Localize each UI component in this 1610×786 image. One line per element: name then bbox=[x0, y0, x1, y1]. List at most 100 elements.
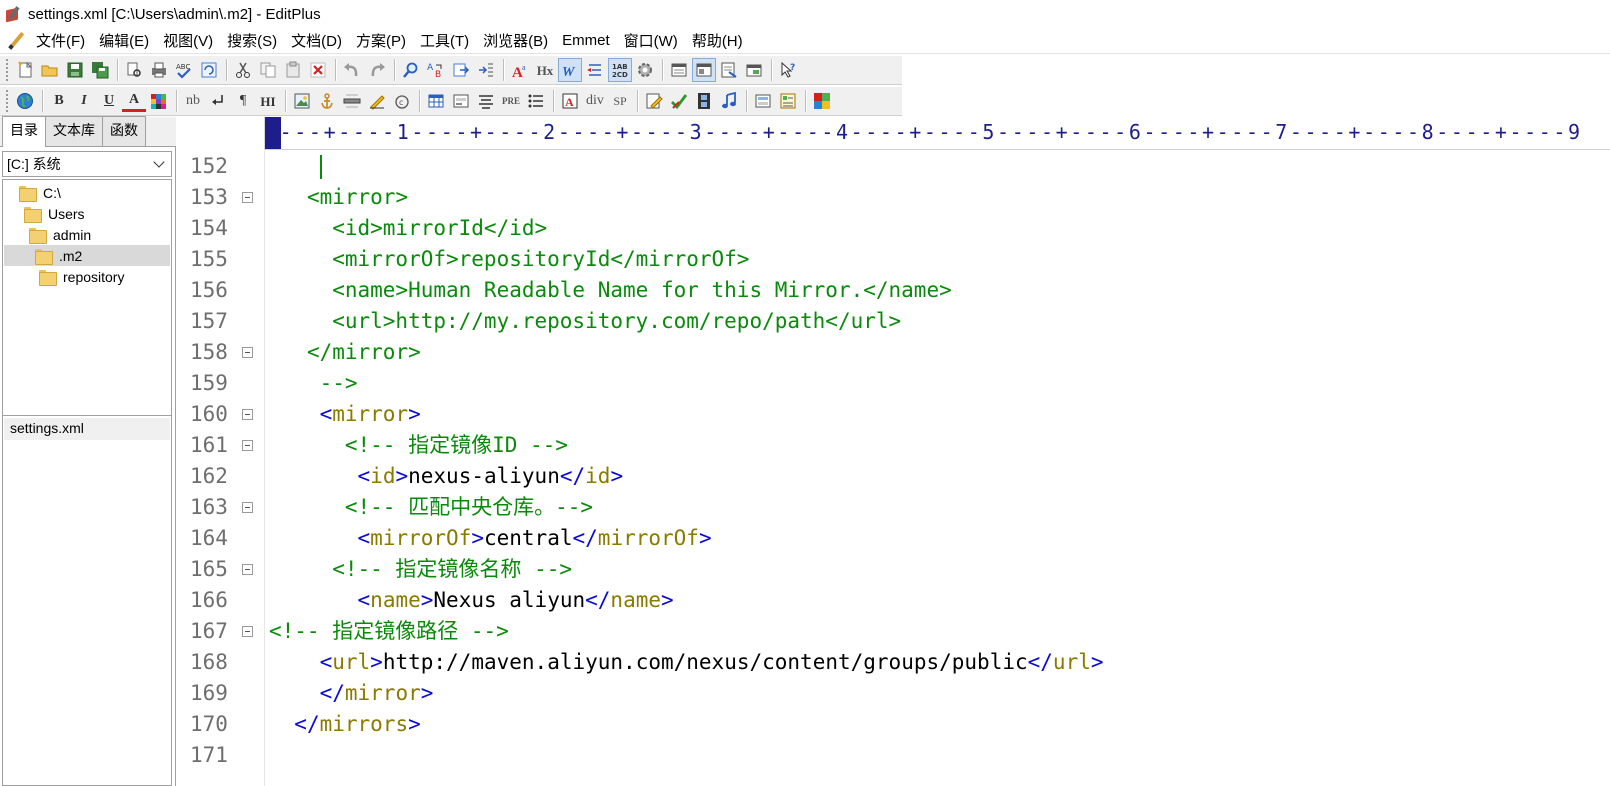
menu-help[interactable]: 帮助(H) bbox=[692, 30, 743, 51]
menu-browser[interactable]: 浏览器(B) bbox=[483, 30, 548, 51]
line-break-icon[interactable] bbox=[206, 89, 230, 113]
goto-icon[interactable] bbox=[449, 58, 473, 82]
span-icon[interactable]: SP bbox=[608, 89, 632, 113]
tree-item-repository[interactable]: repository bbox=[39, 266, 124, 287]
tab-directory[interactable]: 目录 bbox=[2, 116, 46, 147]
save-icon[interactable] bbox=[63, 58, 87, 82]
code-line[interactable]: 156 <name>Human Readable Name for this M… bbox=[180, 275, 1610, 306]
anchor-icon[interactable] bbox=[315, 89, 339, 113]
code-area[interactable]: 152 153 <mirror> 154 <id>mirrorId</id> 155… bbox=[180, 151, 1610, 786]
color-grid-icon[interactable] bbox=[810, 89, 834, 113]
code-line[interactable]: 164 <mirrorOf>central</mirrorOf> bbox=[180, 523, 1610, 554]
print-preview-icon[interactable] bbox=[122, 58, 146, 82]
font-icon[interactable]: Aa bbox=[508, 58, 532, 82]
italic-icon[interactable]: I bbox=[72, 89, 96, 113]
tree-item-m2[interactable]: .m2 bbox=[4, 245, 170, 266]
code-line[interactable]: 166 <name>Nexus aliyun</name> bbox=[180, 585, 1610, 616]
undo-icon[interactable] bbox=[340, 58, 364, 82]
code-line[interactable]: 153 <mirror> bbox=[180, 182, 1610, 213]
toolbar-grip[interactable] bbox=[6, 90, 9, 112]
editor-pane[interactable]: ----+----1----+----2----+----3----+----4… bbox=[180, 117, 1610, 786]
code-line[interactable]: 157 <url>http://my.repository.com/repo/p… bbox=[180, 306, 1610, 337]
code-line[interactable]: 155 <mirrorOf>repositoryId</mirrorOf> bbox=[180, 244, 1610, 275]
code-line[interactable]: 165 <!-- 指定镜像名称 --> bbox=[180, 554, 1610, 585]
nbsp-icon[interactable]: nb bbox=[181, 89, 205, 113]
fold-toggle-icon[interactable] bbox=[242, 409, 253, 420]
code-line[interactable]: 168 <url>http://maven.aliyun.com/nexus/c… bbox=[180, 647, 1610, 678]
code-line[interactable]: 154 <id>mirrorId</id> bbox=[180, 213, 1610, 244]
code-line[interactable]: 171 bbox=[180, 740, 1610, 771]
indent-icon[interactable] bbox=[474, 58, 498, 82]
text-box-icon[interactable]: A bbox=[558, 89, 582, 113]
highlight-icon[interactable] bbox=[365, 89, 389, 113]
panel-icon[interactable] bbox=[751, 89, 775, 113]
edit-icon[interactable] bbox=[642, 89, 666, 113]
color-palette-icon[interactable] bbox=[147, 89, 171, 113]
hr-icon[interactable] bbox=[340, 89, 364, 113]
toolbar-grip[interactable] bbox=[6, 59, 9, 81]
fold-toggle-icon[interactable] bbox=[242, 626, 253, 637]
music-icon[interactable] bbox=[717, 89, 741, 113]
table-icon[interactable] bbox=[424, 89, 448, 113]
fold-toggle-icon[interactable] bbox=[242, 347, 253, 358]
menu-file[interactable]: 文件(F) bbox=[36, 30, 85, 51]
cut-icon[interactable] bbox=[231, 58, 255, 82]
bold-icon[interactable]: B bbox=[47, 89, 71, 113]
paste-icon[interactable] bbox=[281, 58, 305, 82]
form-icon[interactable] bbox=[449, 89, 473, 113]
menu-search[interactable]: 搜索(S) bbox=[227, 30, 277, 51]
menu-window[interactable]: 窗口(W) bbox=[624, 30, 678, 51]
pre-icon[interactable]: PRE bbox=[499, 89, 523, 113]
tab-functions[interactable]: 函数 bbox=[102, 116, 146, 146]
menu-emmet[interactable]: Emmet bbox=[562, 32, 610, 49]
code-line[interactable]: 158 </mirror> bbox=[180, 337, 1610, 368]
code-line[interactable]: 152 bbox=[180, 151, 1610, 182]
menu-project[interactable]: 方案(P) bbox=[356, 30, 406, 51]
tab-cliptext[interactable]: 文本库 bbox=[45, 116, 103, 146]
code-line[interactable]: 169 </mirror> bbox=[180, 678, 1610, 709]
film-icon[interactable] bbox=[692, 89, 716, 113]
copy-icon[interactable] bbox=[256, 58, 280, 82]
drive-select[interactable]: [C:] 系统 bbox=[2, 151, 172, 177]
image-icon[interactable] bbox=[290, 89, 314, 113]
code-line[interactable]: 162 <id>nexus-aliyun</id> bbox=[180, 461, 1610, 492]
menu-document[interactable]: 文档(D) bbox=[291, 30, 342, 51]
print-icon[interactable] bbox=[147, 58, 171, 82]
code-line[interactable]: 160 <mirror> bbox=[180, 399, 1610, 430]
menu-tools[interactable]: 工具(T) bbox=[420, 30, 469, 51]
browser-globe-icon[interactable] bbox=[13, 89, 37, 113]
spell-check-icon[interactable]: ABC bbox=[172, 58, 196, 82]
fold-toggle-icon[interactable] bbox=[242, 440, 253, 451]
find-icon[interactable] bbox=[399, 58, 423, 82]
settings-gear-icon[interactable] bbox=[633, 58, 657, 82]
restore-window-icon[interactable] bbox=[742, 58, 766, 82]
list-icon[interactable] bbox=[524, 89, 548, 113]
pencil-icon[interactable] bbox=[6, 31, 26, 51]
code-line[interactable]: 161 <!-- 指定镜像ID --> bbox=[180, 430, 1610, 461]
refresh-icon[interactable] bbox=[197, 58, 221, 82]
redo-icon[interactable] bbox=[365, 58, 389, 82]
underline-icon[interactable]: U bbox=[97, 89, 121, 113]
replace-icon[interactable]: AB bbox=[424, 58, 448, 82]
split-window-icon[interactable] bbox=[692, 58, 716, 82]
tree-item-c-drive[interactable]: C:\ bbox=[19, 182, 61, 203]
menu-edit[interactable]: 编辑(E) bbox=[99, 30, 149, 51]
open-file-item[interactable]: settings.xml bbox=[4, 418, 170, 440]
code-line[interactable]: 170 </mirrors> bbox=[180, 709, 1610, 740]
column-select-icon[interactable]: 1AB 2CD bbox=[608, 58, 632, 82]
doc-window-icon[interactable] bbox=[717, 58, 741, 82]
window-icon[interactable] bbox=[667, 58, 691, 82]
font-color-icon[interactable]: A bbox=[122, 90, 146, 112]
tree-item-admin[interactable]: admin bbox=[29, 224, 91, 245]
open-folder-icon[interactable] bbox=[38, 58, 62, 82]
paragraph-icon[interactable]: ¶ bbox=[231, 89, 255, 113]
fold-toggle-icon[interactable] bbox=[242, 192, 253, 203]
validate-icon[interactable] bbox=[667, 89, 691, 113]
delete-icon[interactable] bbox=[306, 58, 330, 82]
tree-item-users[interactable]: Users bbox=[24, 203, 85, 224]
fold-toggle-icon[interactable] bbox=[242, 564, 253, 575]
save-all-icon[interactable] bbox=[88, 58, 112, 82]
menu-view[interactable]: 视图(V) bbox=[163, 30, 213, 51]
heading-icon[interactable]: HI bbox=[256, 89, 280, 113]
layout-icon[interactable] bbox=[776, 89, 800, 113]
